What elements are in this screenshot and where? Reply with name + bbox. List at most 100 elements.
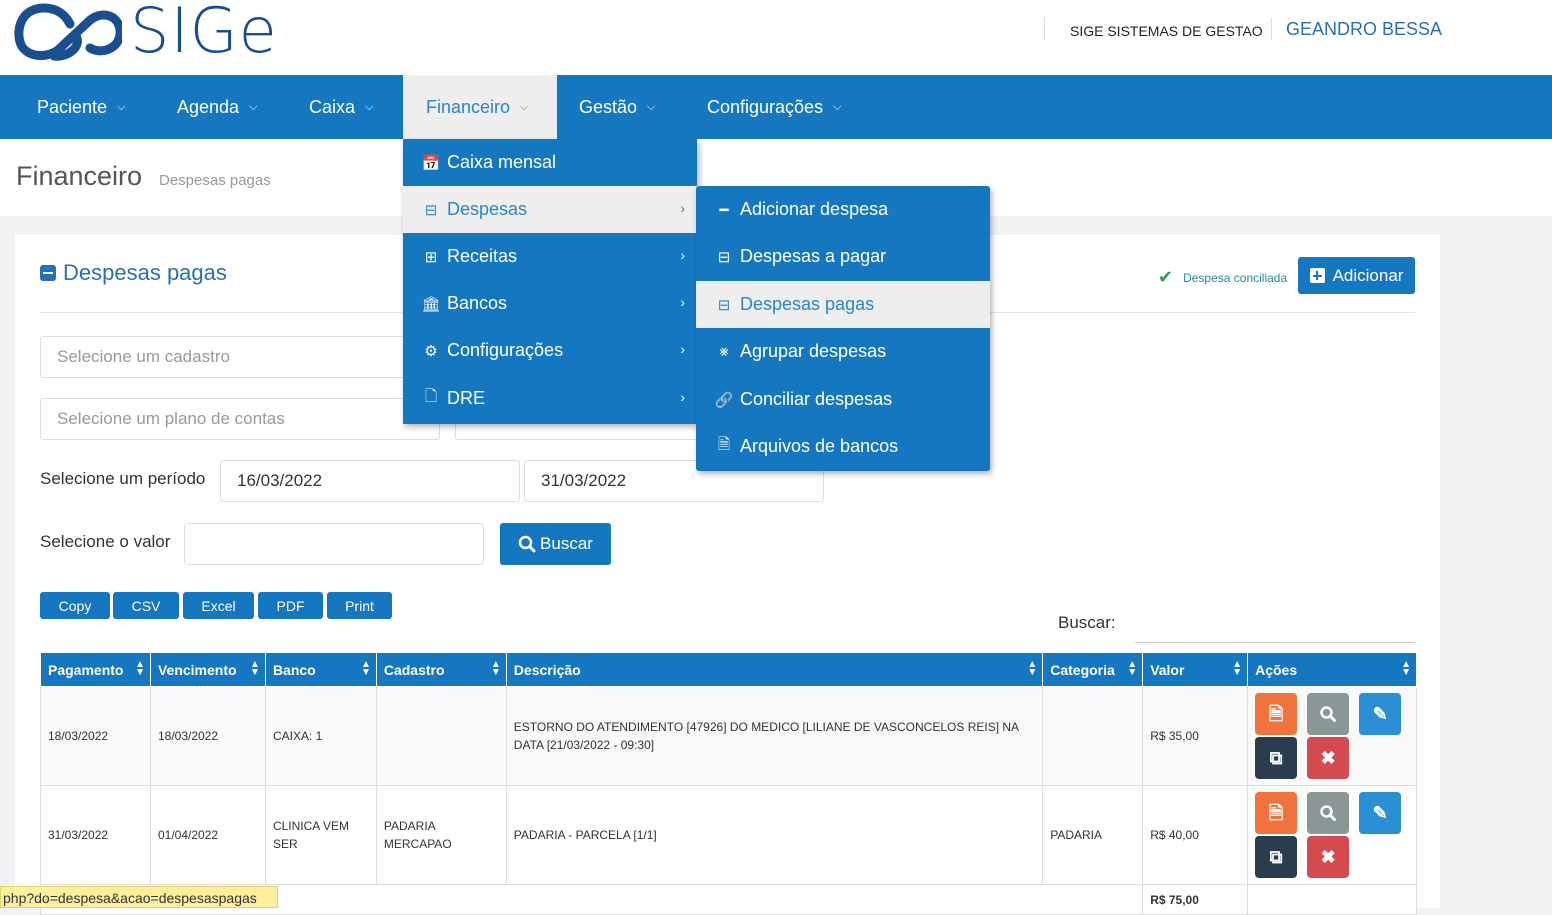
nav-label: Paciente	[37, 96, 108, 117]
search-icon	[1320, 805, 1337, 821]
submenu-arquivos-bancos[interactable]: 🗎 Arquivos de bancos	[696, 423, 990, 470]
nav-caixa[interactable]: Caixa ⌵	[309, 75, 373, 139]
csv-button[interactable]: CSV	[113, 592, 179, 619]
view-button[interactable]	[1307, 792, 1350, 834]
nav-configuracoes[interactable]: Configurações ⌵	[707, 75, 841, 139]
col-vencimento[interactable]: Vencimento ▲ ▼	[149, 652, 266, 687]
search-icon	[518, 535, 536, 553]
file-icon: 🗋	[424, 388, 438, 405]
nav-label: Agenda	[177, 96, 240, 117]
menu-label: Adicionar despesa	[740, 199, 889, 219]
menu-despesas[interactable]: ⊟ Despesas ›	[403, 186, 697, 233]
export-label: PDF	[276, 597, 305, 614]
pencil-icon: ✎	[1372, 704, 1388, 724]
cadastro-select[interactable]: Selecione um cadastro	[40, 336, 425, 378]
menu-receitas[interactable]: ⊞ Receitas ›	[403, 233, 697, 280]
company-name[interactable]: SIGE SISTEMAS DE GESTAO	[1070, 23, 1263, 39]
menu-dre[interactable]: 🗋 DRE ›	[403, 375, 697, 422]
menu-configuracoes[interactable]: ⚙ Configurações ›	[403, 327, 697, 374]
nav-financeiro[interactable]: Financeiro ⌵	[403, 75, 557, 139]
link-icon: 🔗	[714, 391, 734, 409]
minus-square-icon: ⊟	[424, 201, 438, 219]
nav-paciente[interactable]: Paciente ⌵	[37, 75, 125, 139]
copy-icon: ⧉	[1269, 748, 1283, 768]
cell-banco: CAIXA: 1	[264, 686, 377, 786]
total-valor: R$ 75,00	[1142, 884, 1249, 915]
plano-contas-select[interactable]: Selecione um plano de contas	[40, 398, 440, 440]
cell-pagamento: 31/03/2022	[40, 785, 151, 885]
minus-square-icon: ⊟	[717, 248, 731, 266]
menu-label: Agrupar despesas	[740, 341, 887, 361]
share-icon: ⨳	[719, 343, 729, 360]
valor-input[interactable]	[184, 523, 484, 565]
sort-icon: ▲ ▼	[135, 659, 145, 678]
edit-button[interactable]: ✎	[1359, 693, 1402, 735]
clone-button[interactable]: ⧉	[1255, 836, 1298, 878]
chevron-down-icon: ⌵	[647, 100, 656, 113]
excel-button[interactable]: Excel	[183, 592, 254, 619]
menu-bancos[interactable]: 🏛 Bancos ›	[403, 280, 697, 327]
minus-icon: ━	[719, 201, 729, 219]
status-url-bar: php?do=despesa&acao=despesaspagas	[0, 886, 278, 908]
check-icon: ✔	[1158, 267, 1174, 287]
col-valor[interactable]: Valor ▲ ▼	[1142, 652, 1249, 687]
submenu-agrupar-despesas[interactable]: ⨳ Agrupar despesas	[696, 328, 990, 375]
divider	[1271, 18, 1272, 40]
user-name[interactable]: GEANDRO BESSA	[1286, 19, 1442, 40]
receipt-button[interactable]: 🗎	[1255, 792, 1298, 834]
copy-button[interactable]: Copy	[40, 592, 110, 619]
cell-acoes: 🗎 ✎ ⧉ ✖	[1247, 686, 1417, 786]
edit-button[interactable]: ✎	[1359, 792, 1402, 834]
submenu-adicionar-despesa[interactable]: ━ Adicionar despesa	[696, 186, 990, 233]
cell-vencimento: 01/04/2022	[149, 785, 266, 885]
cell-vencimento: 18/03/2022	[149, 686, 266, 786]
gears-icon: ⚙	[424, 342, 438, 360]
menu-label: Receitas	[447, 246, 518, 266]
nav-label: Gestão	[579, 96, 638, 117]
menu-label: Despesas a pagar	[740, 246, 887, 266]
col-descricao[interactable]: Descrição ▲ ▼	[505, 652, 1044, 687]
table-search-input[interactable]	[1135, 642, 1415, 643]
delete-button[interactable]: ✖	[1307, 737, 1350, 779]
cell-valor: R$ 35,00	[1142, 686, 1249, 786]
buscar-button[interactable]: Buscar	[500, 523, 611, 565]
col-label: Ações	[1255, 661, 1298, 678]
calendar-icon: 📅	[421, 154, 441, 172]
menu-caixa-mensal[interactable]: 📅 Caixa mensal	[403, 139, 697, 186]
plus-square-icon: ⊞	[424, 248, 438, 266]
periodo-label: Selecione um período	[40, 469, 206, 488]
clone-button[interactable]: ⧉	[1255, 737, 1298, 779]
col-label: Vencimento	[157, 661, 237, 678]
table-header-row: Pagamento ▲ ▼ Vencimento ▲ ▼ Banco ▲ ▼ Cadastr…	[40, 652, 1417, 687]
pdf-button[interactable]: PDF	[258, 592, 323, 619]
divider	[1044, 18, 1045, 40]
panel-title: Despesas pagas	[40, 260, 227, 286]
print-button[interactable]: Print	[327, 592, 392, 619]
submenu-despesas-pagas[interactable]: ⊟ Despesas pagas	[696, 281, 990, 328]
nav-gestao[interactable]: Gestão ⌵	[579, 75, 655, 139]
cell-valor: R$ 40,00	[1142, 785, 1249, 885]
chevron-down-icon: ⌵	[117, 100, 126, 113]
plus-square-icon	[1309, 268, 1325, 283]
plano-placeholder: Selecione um plano de contas	[57, 409, 285, 428]
date-from-input[interactable]: 16/03/2022	[220, 460, 520, 502]
close-icon: ✖	[1320, 748, 1336, 768]
col-acoes[interactable]: Ações ▲ ▼	[1247, 652, 1417, 687]
submenu-conciliar-despesas[interactable]: 🔗 Conciliar despesas	[696, 376, 990, 423]
submenu-despesas-a-pagar[interactable]: ⊟ Despesas a pagar	[696, 233, 990, 280]
col-cadastro[interactable]: Cadastro ▲ ▼	[375, 652, 507, 687]
col-banco[interactable]: Banco ▲ ▼	[264, 652, 377, 687]
col-categoria[interactable]: Categoria ▲ ▼	[1042, 652, 1144, 687]
search-icon	[1320, 706, 1337, 722]
col-pagamento[interactable]: Pagamento ▲ ▼	[40, 652, 151, 687]
cell-descricao: PADARIA - PARCELA [1/1]	[505, 785, 1044, 885]
date-to-value: 31/03/2022	[541, 471, 627, 490]
chevron-right-icon: ›	[680, 200, 685, 216]
nav-agenda[interactable]: Agenda ⌵	[177, 75, 257, 139]
receipt-button[interactable]: 🗎	[1255, 693, 1298, 735]
main-navbar: Paciente ⌵ Agenda ⌵ Caixa ⌵ Financeiro ⌵ Ges…	[0, 75, 1552, 139]
add-button[interactable]: Adicionar	[1298, 257, 1415, 294]
sige-logo[interactable]: SIGe	[14, 0, 278, 62]
delete-button[interactable]: ✖	[1307, 836, 1350, 878]
view-button[interactable]	[1307, 693, 1350, 735]
